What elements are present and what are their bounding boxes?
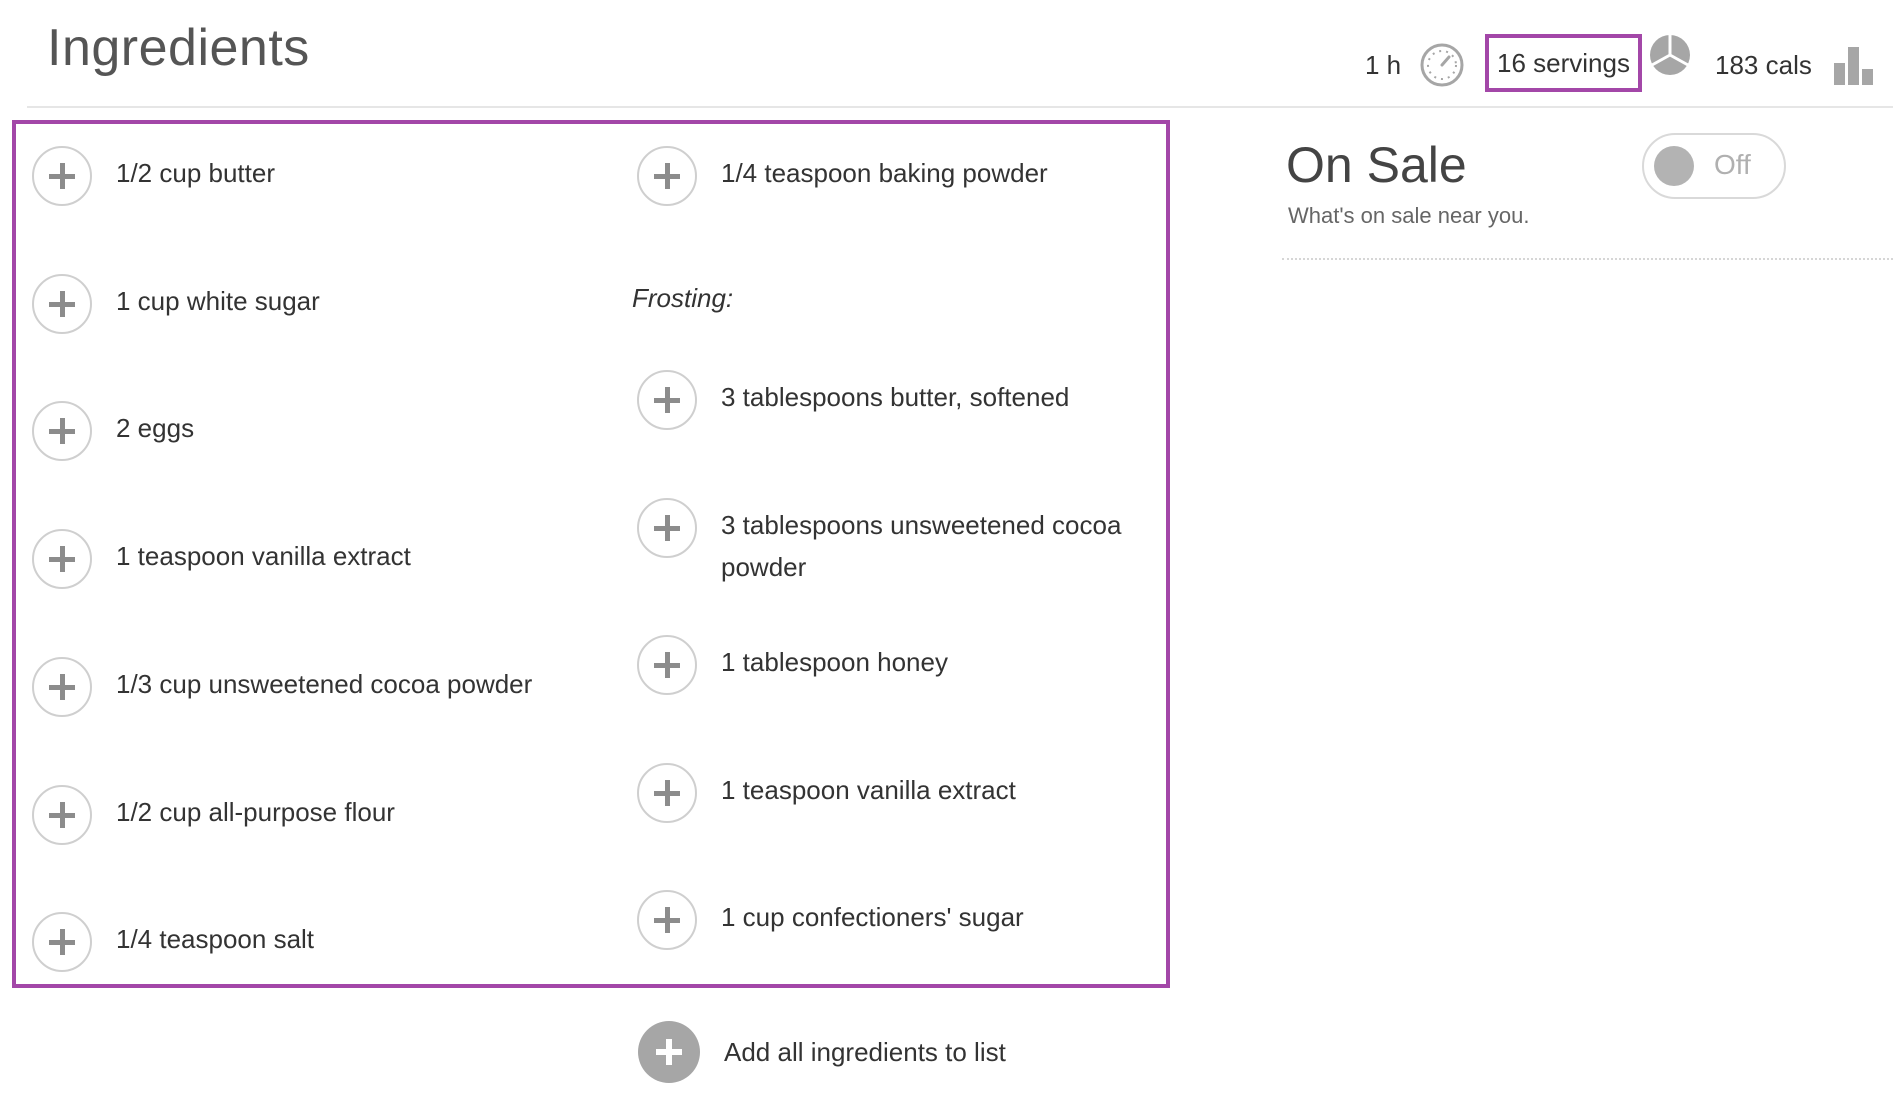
add-ingredient-plus-icon[interactable]: [637, 146, 697, 206]
ingredient-item[interactable]: 2 eggs: [32, 401, 194, 461]
ingredient-label: 1 teaspoon vanilla extract: [721, 775, 1016, 805]
header-divider: [27, 106, 1893, 108]
ingredient-item[interactable]: 1 teaspoon vanilla extract: [32, 529, 411, 589]
add-all-label: Add all ingredients to list: [724, 1036, 1006, 1067]
ingredient-item[interactable]: 1 teaspoon vanilla extract: [637, 763, 1016, 823]
add-ingredient-plus-icon[interactable]: [637, 890, 697, 950]
add-ingredient-plus-icon[interactable]: [32, 912, 92, 972]
add-all-ingredients-button[interactable]: Add all ingredients to list: [638, 1021, 1006, 1083]
add-all-plus-icon[interactable]: [638, 1021, 700, 1083]
add-ingredient-plus-icon[interactable]: [637, 763, 697, 823]
ingredient-label: 1/4 teaspoon baking powder: [721, 158, 1048, 188]
add-ingredient-plus-icon[interactable]: [637, 498, 697, 558]
ingredient-item[interactable]: 1 cup white sugar: [32, 274, 320, 334]
toggle-knob: [1654, 146, 1694, 186]
on-sale-subtitle: What's on sale near you.: [1288, 203, 1530, 228]
clock-icon: [1419, 42, 1465, 88]
ingredient-label: 3 tablespoons unsweetened cocoa powder: [721, 498, 1121, 588]
nutrition-bar-icon: [1832, 43, 1876, 87]
ingredient-item[interactable]: 1/4 teaspoon baking powder: [637, 146, 1048, 206]
add-ingredient-plus-icon[interactable]: [637, 370, 697, 430]
page-title: Ingredients: [47, 19, 310, 77]
add-ingredient-plus-icon[interactable]: [32, 146, 92, 206]
ingredient-label-line: 3 tablespoons unsweetened cocoa: [721, 510, 1122, 540]
ingredient-label: 1 tablespoon honey: [721, 647, 948, 677]
ingredient-item[interactable]: 3 tablespoons butter, softened: [637, 370, 1069, 430]
prep-time-value: 1 h: [1365, 49, 1402, 80]
toggle-state-label: Off: [1714, 149, 1751, 180]
ingredient-item[interactable]: 1/2 cup butter: [32, 146, 275, 206]
ingredient-label: 1/3 cup unsweetened cocoa powder: [116, 669, 533, 699]
add-ingredient-plus-icon[interactable]: [32, 274, 92, 334]
ingredient-item[interactable]: 1 tablespoon honey: [637, 635, 948, 695]
ingredient-label: 1/2 cup all-purpose flour: [116, 797, 395, 827]
ingredient-item[interactable]: 3 tablespoons unsweetened cocoa powder: [637, 498, 1121, 588]
ingredient-item[interactable]: 1/3 cup unsweetened cocoa powder: [32, 657, 532, 717]
ingredient-label: 1/2 cup butter: [116, 158, 275, 188]
ingredient-label-line: powder: [721, 552, 807, 582]
add-ingredient-plus-icon[interactable]: [32, 529, 92, 589]
add-ingredient-plus-icon[interactable]: [32, 785, 92, 845]
ingredient-label: 1 cup white sugar: [116, 286, 320, 316]
prep-time: 1 h: [1365, 38, 1465, 92]
add-ingredient-plus-icon[interactable]: [32, 401, 92, 461]
ingredient-item[interactable]: 1 cup confectioners' sugar: [637, 890, 1024, 950]
ingredient-item[interactable]: 1/4 teaspoon salt: [32, 912, 314, 972]
ingredient-label: 1 teaspoon vanilla extract: [116, 541, 411, 571]
on-sale-divider: [1282, 258, 1893, 260]
on-sale-title: On Sale: [1286, 137, 1467, 193]
add-ingredient-plus-icon[interactable]: [32, 657, 92, 717]
servings-value: 16 servings: [1497, 47, 1630, 78]
servings-box[interactable]: 16 servings: [1485, 34, 1642, 92]
calories-value: 183 cals: [1715, 49, 1812, 80]
ingredient-item[interactable]: 1/2 cup all-purpose flour: [32, 785, 395, 845]
ingredient-label: 3 tablespoons butter, softened: [721, 382, 1070, 412]
section-label-frosting: Frosting:: [632, 283, 734, 313]
on-sale-toggle[interactable]: Off: [1642, 133, 1786, 199]
calories[interactable]: 183 cals: [1715, 38, 1876, 92]
add-ingredient-plus-icon[interactable]: [637, 635, 697, 695]
ingredient-label: 2 eggs: [116, 413, 195, 443]
ingredient-label: 1/4 teaspoon salt: [116, 924, 315, 954]
servings-icon: [1648, 33, 1692, 77]
ingredient-label: 1 cup confectioners' sugar: [721, 902, 1024, 932]
